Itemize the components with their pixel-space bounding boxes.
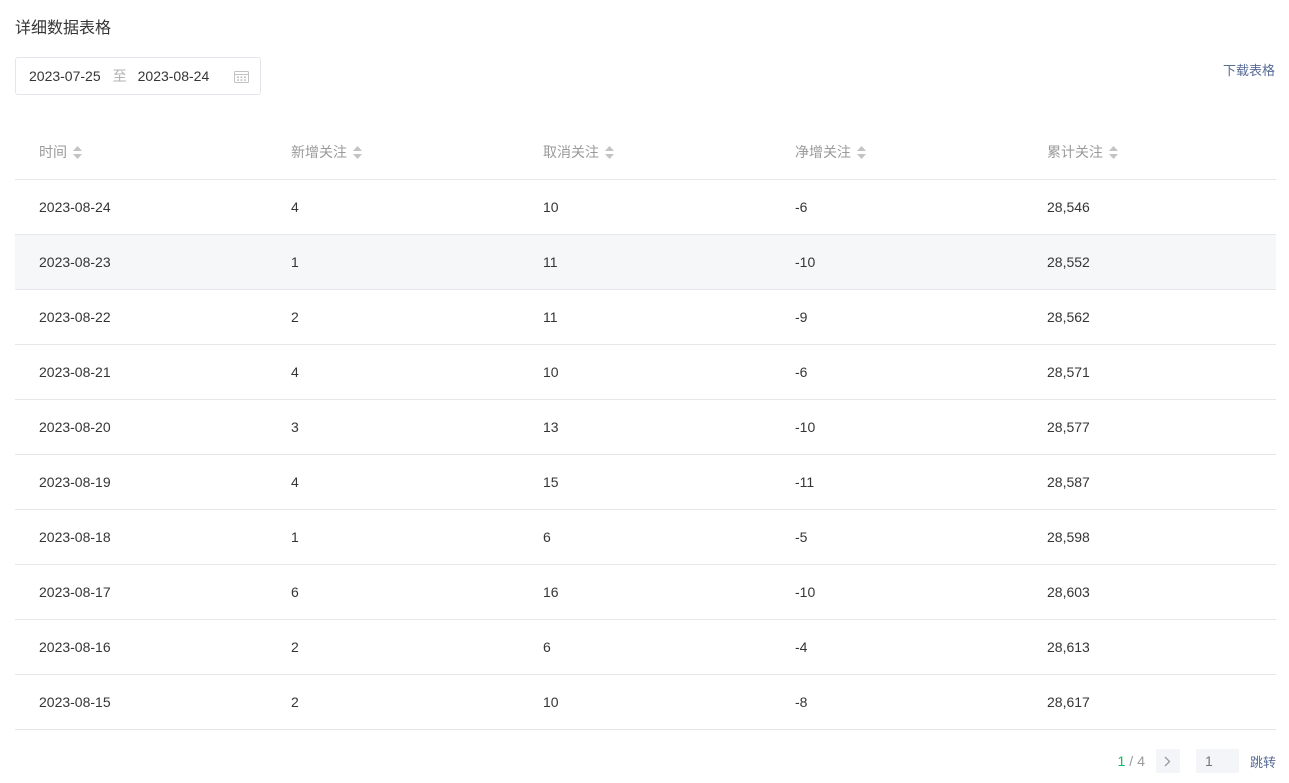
cell-net-follows: -6 [795,199,808,215]
end-date[interactable]: 2023-08-24 [138,68,210,84]
cell-net-follows: -4 [795,639,808,655]
cell-date: 2023-08-15 [39,694,111,710]
table-row[interactable]: 2023-08-20 3 13 -10 28,577 [15,400,1276,455]
table-row[interactable]: 2023-08-19 4 15 -11 28,587 [15,455,1276,510]
calendar-icon[interactable] [234,71,249,83]
cell-new-follows: 3 [291,419,299,435]
cell-total-follows: 28,598 [1047,529,1090,545]
current-page: 1 [1117,753,1126,769]
table-row[interactable]: 2023-08-24 4 10 -6 28,546 [15,180,1276,235]
table-row[interactable]: 2023-08-16 2 6 -4 28,613 [15,620,1276,675]
cell-total-follows: 28,577 [1047,419,1090,435]
cell-unfollows: 6 [543,529,551,545]
column-header-time[interactable]: 时间 [15,142,267,162]
column-header-new-follows[interactable]: 新增关注 [267,142,519,162]
table-header-row: 时间 新增关注 取消关注 净增关注 累计关注 [15,125,1276,180]
cell-unfollows: 16 [543,584,559,600]
table-row[interactable]: 2023-08-23 1 11 -10 28,552 [15,235,1276,290]
page-separator: / [1129,753,1134,769]
cell-net-follows: -8 [795,694,808,710]
cell-date: 2023-08-17 [39,584,111,600]
jump-button[interactable]: 跳转 [1250,752,1276,771]
cell-total-follows: 28,562 [1047,309,1090,325]
date-separator: 至 [112,68,127,84]
column-header-total-follows[interactable]: 累计关注 [1023,142,1276,162]
cell-date: 2023-08-24 [39,199,111,215]
section-title: 详细数据表格 [15,20,112,37]
cell-net-follows: -11 [795,474,815,490]
pagination: 1 / 4 跳转 [1117,749,1276,773]
cell-unfollows: 11 [543,309,558,325]
cell-total-follows: 28,617 [1047,694,1090,710]
cell-total-follows: 28,603 [1047,584,1090,600]
next-page-button[interactable] [1155,749,1180,773]
cell-net-follows: -5 [795,529,808,545]
table-row[interactable]: 2023-08-15 2 10 -8 28,617 [15,675,1276,730]
cell-total-follows: 28,571 [1047,364,1090,380]
cell-net-follows: -10 [795,584,816,600]
cell-date: 2023-08-21 [39,364,111,380]
column-header-net-follows[interactable]: 净增关注 [771,142,1023,162]
sort-icon[interactable] [856,144,867,160]
header-label: 新增关注 [291,144,347,160]
sort-icon[interactable] [352,144,363,160]
sort-icon[interactable] [1108,144,1119,160]
header-label: 取消关注 [543,144,599,160]
total-pages: 4 [1137,753,1145,769]
cell-total-follows: 28,552 [1047,254,1090,270]
cell-new-follows: 1 [291,254,299,270]
cell-date: 2023-08-22 [39,309,111,325]
cell-unfollows: 10 [543,694,559,710]
table-row[interactable]: 2023-08-17 6 16 -10 28,603 [15,565,1276,620]
cell-total-follows: 28,587 [1047,474,1090,490]
cell-unfollows: 6 [543,639,551,655]
table-row[interactable]: 2023-08-22 2 11 -9 28,562 [15,290,1276,345]
cell-net-follows: -9 [795,309,808,325]
sort-icon[interactable] [604,144,615,160]
date-range-picker[interactable]: 2023-07-25 至 2023-08-24 [15,57,261,95]
start-date[interactable]: 2023-07-25 [29,68,101,84]
cell-new-follows: 2 [291,309,299,325]
cell-new-follows: 2 [291,639,299,655]
table-row[interactable]: 2023-08-21 4 10 -6 28,571 [15,345,1276,400]
chevron-right-icon [1165,756,1171,766]
cell-date: 2023-08-18 [39,529,111,545]
cell-new-follows: 2 [291,694,299,710]
cell-total-follows: 28,546 [1047,199,1090,215]
cell-date: 2023-08-19 [39,474,111,490]
header-label: 净增关注 [795,144,851,160]
cell-unfollows: 13 [543,419,559,435]
cell-new-follows: 1 [291,529,299,545]
cell-net-follows: -6 [795,364,808,380]
download-table-link[interactable]: 下载表格 [1223,60,1275,79]
data-table: 时间 新增关注 取消关注 净增关注 累计关注 2023-08-24 4 10 -… [15,125,1276,730]
cell-total-follows: 28,613 [1047,639,1090,655]
page-number-input[interactable] [1195,749,1239,773]
cell-unfollows: 10 [543,199,559,215]
cell-new-follows: 6 [291,584,299,600]
cell-unfollows: 11 [543,254,558,270]
cell-net-follows: -10 [795,419,816,435]
column-header-unfollows[interactable]: 取消关注 [519,142,771,162]
cell-date: 2023-08-16 [39,639,111,655]
cell-new-follows: 4 [291,364,299,380]
header-label: 累计关注 [1047,144,1103,160]
cell-new-follows: 4 [291,474,299,490]
sort-icon[interactable] [72,144,83,160]
header-label: 时间 [39,144,67,160]
cell-unfollows: 15 [543,474,559,490]
cell-date: 2023-08-20 [39,419,111,435]
table-row[interactable]: 2023-08-18 1 6 -5 28,598 [15,510,1276,565]
cell-net-follows: -10 [795,254,816,270]
cell-date: 2023-08-23 [39,254,111,270]
cell-new-follows: 4 [291,199,299,215]
cell-unfollows: 10 [543,364,559,380]
